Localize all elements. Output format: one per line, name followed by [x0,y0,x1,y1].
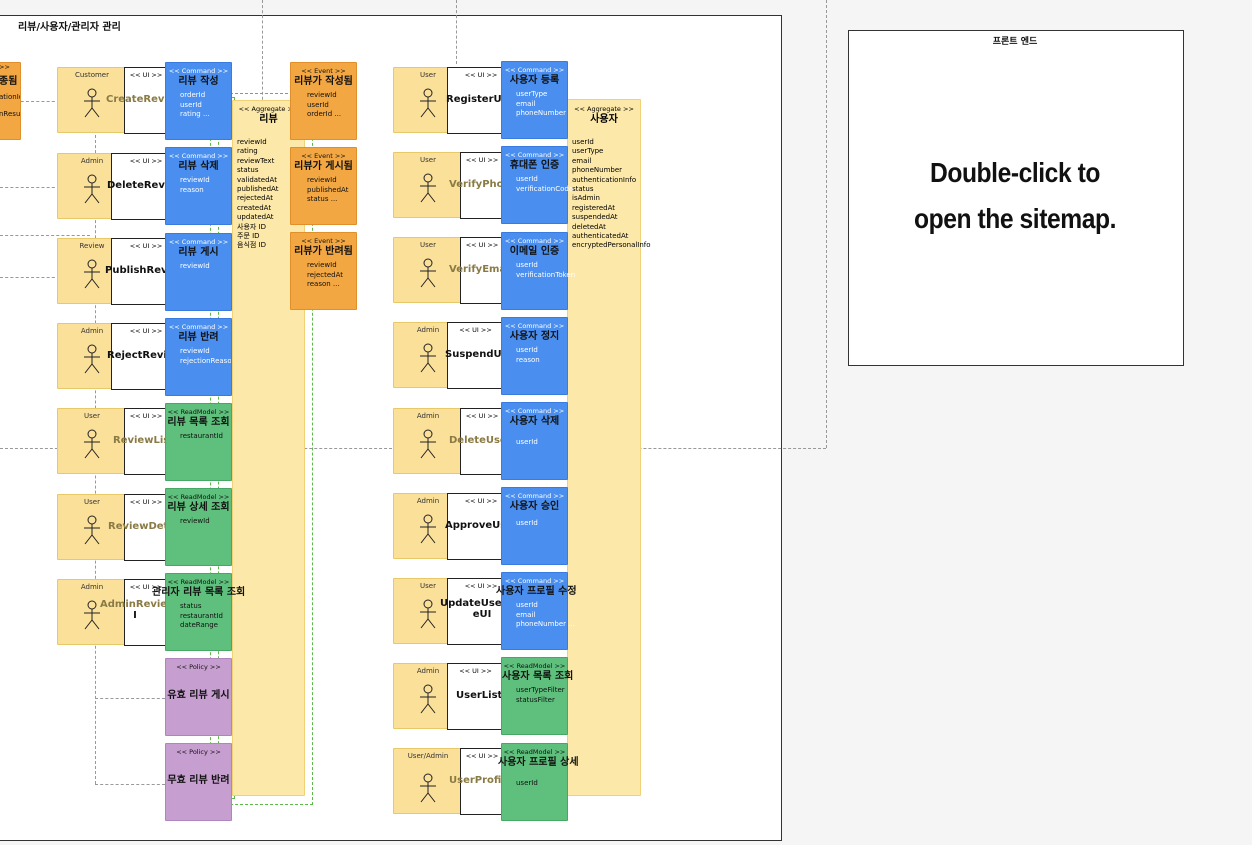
policy-valid-review-publish[interactable]: << Policy >> 유효 리뷰 게시 [165,658,232,736]
actor-icon [84,88,100,118]
actor-icon [84,344,100,374]
connector-line [0,277,60,278]
actor-icon [84,429,100,459]
actor-icon [420,684,436,714]
command-delete-user[interactable]: << Command >> 사용자 삭제 userId [501,402,568,480]
command-approve-user[interactable]: << Command >> 사용자 승인 userId [501,487,568,565]
connector-line [95,784,165,785]
sitemap-hint: Double-click to open the sitemap. [913,157,1116,234]
connector-line [95,698,165,699]
actor-icon [84,600,100,630]
event-review-rejected[interactable]: << Event >> 리뷰가 반려됨 reviewId rejectedAt re… [290,232,357,310]
readmodel-admin-review-list[interactable]: << ReadModel >> 관리자 리뷰 목록 조회 status resta… [152,573,245,651]
policy-invalid-review-reject[interactable]: << Policy >> 무효 리뷰 반려 [165,743,232,821]
actor-icon [84,259,100,289]
command-update-user-profile[interactable]: << Command >> 사용자 프로필 수정 userId email phon… [496,572,577,650]
event-review-published[interactable]: << Event >> 리뷰가 게시됨 reviewId publishedAt s… [290,147,357,225]
readmodel-user-list[interactable]: << ReadModel >> 사용자 목록 조회 userTypeFilter… [501,657,573,735]
readmodel-user-profile-detail[interactable]: << ReadModel >> 사용자 프로필 상세 userId [498,743,579,821]
command-verify-phone[interactable]: << Command >> 휴대폰 인증 userId verificationC… [501,146,573,224]
user-aggregate-attrs: userId userType email phoneNumber authenti… [572,138,651,250]
actor-icon [420,773,436,803]
event-review-created[interactable]: << Event >> 리뷰가 작성됨 reviewId userId orderI… [290,62,357,140]
command-publish-review[interactable]: << Command >> 리뷰 게시 reviewId [165,233,232,311]
actor-icon [420,343,436,373]
connector-line [826,0,827,448]
command-delete-review[interactable]: << Command >> 리뷰 삭제 reviewId reason [165,147,232,225]
actor-icon [420,599,436,629]
connector-line [0,187,60,188]
actor-icon [84,174,100,204]
connector-line [456,0,457,64]
command-register-user[interactable]: << Command >> 사용자 등록 userType email phoneN… [501,61,568,139]
user-aggregate[interactable]: << Aggregate >> 사용자 userId userType email… [567,99,651,796]
actor-icon [420,429,436,459]
readmodel-review-detail[interactable]: << ReadModel >> 리뷰 상세 조회 reviewId [165,488,232,566]
connector-line [0,235,90,236]
actor-icon [420,173,436,203]
partial-event-note[interactable]: >> 종됨 ationId nResult [0,62,21,140]
actor-icon [420,258,436,288]
actor-icon [420,88,436,118]
command-suspend-user[interactable]: << Command >> 사용자 정지 userId reason [501,317,568,395]
command-verify-email[interactable]: << Command >> 이메일 인증 userId verificationT… [501,232,575,310]
readmodel-review-list[interactable]: << ReadModel >> 리뷰 목록 조회 restaurantId [165,403,232,481]
frontend-title: 프론트 엔드 [992,37,1038,47]
command-reject-review[interactable]: << Command >> 리뷰 반려 reviewId rejectionRea… [165,318,232,396]
actor-icon [420,514,436,544]
actor-icon [84,515,100,545]
ui-admin-review-label: AdminReview I [100,599,177,621]
bounded-context-title: 리뷰/사용자/관리자 관리 [18,22,121,33]
command-create-review[interactable]: << Command >> 리뷰 작성 orderId userId rating … [165,62,232,140]
